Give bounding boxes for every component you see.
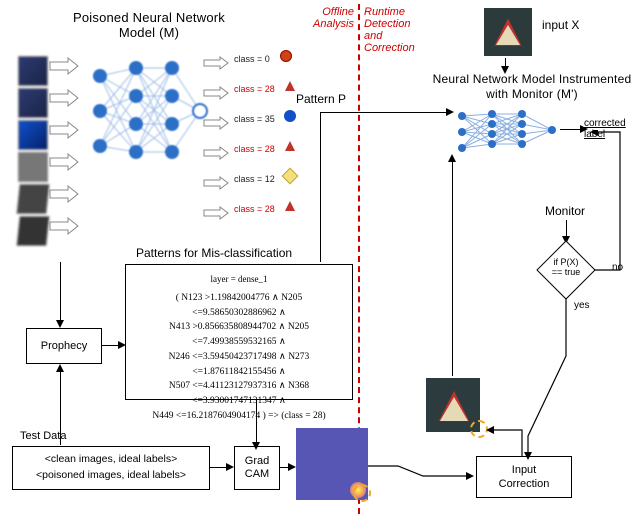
class-out-3: class = 28	[234, 144, 275, 154]
corrected-l1: corrected	[584, 118, 626, 129]
inputcorr-l2: Correction	[499, 477, 550, 491]
prophecy-label: Prophecy	[41, 340, 87, 352]
class-out-1: class = 28	[234, 84, 275, 94]
test-data-box: <clean images, ideal labels> <poisoned i…	[12, 446, 210, 490]
arrow-yes-branch	[520, 296, 580, 460]
input-correction-box: Input Correction	[476, 456, 572, 498]
runtime-l4: Correction	[364, 42, 415, 54]
inputcorr-l1: Input	[512, 463, 536, 477]
runtime-l1: Runtime	[364, 6, 405, 18]
input-x-label: input X	[542, 18, 579, 32]
arrow-heatmap-inputcorr	[368, 450, 478, 490]
decision-diamond: if P(X) == true	[536, 240, 596, 300]
patterns-l2: N413 >0.856635808944702 ∧ N205 <=7.49938…	[138, 320, 340, 349]
title-poisoned-model: Poisoned Neural Network Model (M)	[64, 10, 234, 40]
patterns-l4: N507 <=4.41123127937316 ∧ N368 <=3.93001…	[138, 379, 340, 408]
test-data-l1: <clean images, ideal labels>	[45, 452, 178, 468]
offline-l2: Analysis	[313, 18, 354, 30]
patterns-layer: layer = dense_1	[138, 273, 340, 287]
runtime-detection-label: Runtime Detection and Correction	[364, 6, 420, 54]
patterns-box: layer = dense_1 ( N123 >1.19842004776 ∧ …	[125, 264, 353, 400]
class-out-0: class = 0	[234, 54, 270, 64]
patterns-l3: N246 <=3.59450423717498 ∧ N273 <=1.87611…	[138, 350, 340, 379]
decision-l2: == true	[552, 267, 581, 277]
class-out-2: class = 35	[234, 114, 275, 124]
gradcam-box: Grad CAM	[234, 446, 280, 490]
prophecy-box: Prophecy	[26, 328, 102, 364]
pattern-p-label: Pattern P	[296, 92, 346, 106]
class-out-5: class = 28	[234, 204, 275, 214]
test-data-l2: <poisoned images, ideal labels>	[36, 468, 186, 484]
offline-l1: Offline	[322, 6, 354, 18]
decision-l1: if P(X)	[553, 257, 578, 267]
input-x-thumbnail	[484, 8, 532, 56]
patterns-title: Patterns for Mis-classification	[136, 246, 292, 260]
nn-left	[88, 56, 208, 189]
thumb-arrows	[48, 52, 88, 252]
arrow-no-branch	[590, 130, 630, 274]
runtime-l3: and	[364, 30, 382, 42]
nn-right	[452, 108, 582, 159]
runtime-l2: Detection	[364, 18, 410, 30]
class-out-4: class = 12	[234, 174, 275, 184]
gradcam-l2: CAM	[245, 468, 269, 481]
patterns-l1: ( N123 >1.19842004776 ∧ N205 <=9.5865030…	[138, 291, 340, 320]
patterns-l5: N449 <=16.2187604904174 ) => (class = 28…	[138, 409, 340, 424]
title-instrumented-model: Neural Network Model Instrumented with M…	[432, 72, 632, 102]
offline-analysis-label: Offline Analysis	[310, 6, 354, 30]
monitor-label: Monitor	[545, 204, 585, 218]
gradcam-l1: Grad	[245, 455, 269, 468]
